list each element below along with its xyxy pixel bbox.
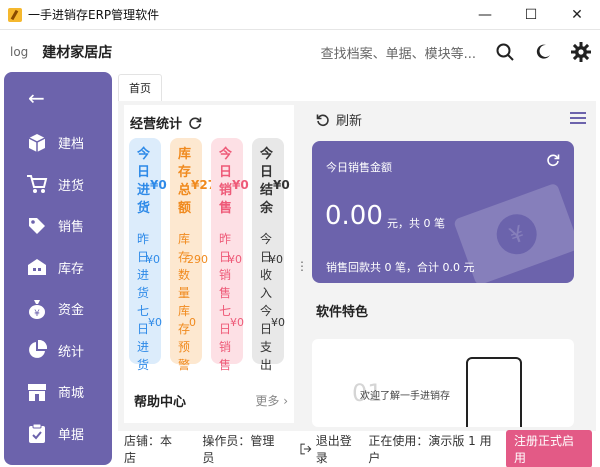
refresh-icon [316, 113, 330, 127]
stat-card-sub-value: 0 [189, 316, 196, 329]
stats-cards: 今日进货 ¥0 昨日进货七日进货 ¥0 ¥0 库存总额 ¥275 库存数量库存预… [129, 138, 293, 372]
clipboard-icon [26, 422, 48, 444]
title-bar: 一手进销存ERP管理软件 — ☐ ✕ [0, 0, 600, 30]
gear-icon[interactable] [571, 42, 591, 62]
status-using: 正在使用：演示版 1 用户 [368, 434, 492, 465]
sales-sub: 销售回款共 0 笔，合计 0.0 元 [326, 261, 475, 274]
tag-icon [26, 215, 48, 237]
store-name: 建材家居店 [42, 45, 113, 61]
stat-card-sub-value: ¥0 [148, 316, 162, 329]
svg-text:¥: ¥ [34, 309, 40, 319]
hamburger-menu-icon[interactable] [570, 111, 586, 128]
search-input[interactable]: 查找档案、单据、模块等... [321, 43, 476, 62]
status-operator: 操作员：管理员 [202, 434, 275, 465]
splitter-handle[interactable]: ⋮ [296, 259, 308, 273]
sidebar-item-label: 商城 [58, 386, 85, 402]
stats-title-text: 经营统计 [130, 117, 183, 132]
cube-icon [26, 132, 48, 154]
sidebar-item-label: 单据 [58, 427, 85, 443]
stats-panel: 经营统计 今日进货 ¥0 昨日进货七日进货 ¥0 ¥0 库存总额 ¥275 库存… [124, 105, 294, 423]
sidebar-item-documents[interactable]: 单据 [4, 413, 112, 455]
stat-card-sub: 今日收入今日支出 [260, 232, 273, 372]
sidebar-item-purchase[interactable]: 进货 [4, 164, 112, 206]
stat-card-value: ¥0 [273, 178, 290, 192]
sidebar-item-mall[interactable]: 商城 [4, 371, 112, 413]
stat-card-value: ¥0 [232, 178, 249, 192]
refresh-icon[interactable] [188, 116, 202, 130]
sidebar-item-funds[interactable]: ¥ 资金 [4, 288, 112, 330]
sidebar-item-archive[interactable]: 建档 [4, 122, 112, 164]
sales-unit: 元，共 0 笔 [387, 217, 445, 230]
sidebar: ← 建档 进货 销售 库存 ¥ 资金 统计 商城 单据 [4, 72, 112, 465]
stat-card-sub-value: ¥0 [271, 316, 285, 329]
tab-bar: 首页 [118, 74, 162, 102]
sales-label: 今日销售金额 [326, 161, 392, 174]
stat-card-sub-value: ¥0 [146, 253, 160, 266]
sidebar-item-inventory[interactable]: 库存 [4, 247, 112, 289]
minimize-button[interactable]: — [462, 0, 508, 30]
moon-icon[interactable] [533, 42, 553, 62]
feature-text: 欢迎了解一手进销存 [360, 391, 450, 402]
logout-button[interactable]: 退出登录 [300, 432, 362, 466]
window-controls: — ☐ ✕ [462, 0, 600, 30]
stat-card-inventory[interactable]: 库存总额 ¥275 库存数量库存预警 290 0 [170, 138, 224, 372]
shop-icon [26, 381, 48, 403]
phone-illustration [466, 357, 522, 427]
stat-card-sub-value: 290 [187, 253, 208, 266]
status-bar: 店铺：本店 操作员：管理员 退出登录 正在使用：演示版 1 用户 注册正式启用 [118, 430, 600, 467]
back-arrow-icon[interactable]: ← [28, 88, 112, 112]
register-button[interactable]: 注册正式启用 [505, 430, 592, 467]
logo: log [10, 45, 29, 59]
header: log 建材家居店 查找档案、单据、模块等... [0, 30, 600, 74]
today-sales-card: ¥ 今日销售金额 0.00 元，共 0 笔 销售回款共 0 笔，合计 0.0 元 [312, 141, 574, 283]
refresh-icon[interactable] [546, 153, 560, 170]
main-content: 经营统计 今日进货 ¥0 昨日进货七日进货 ¥0 ¥0 库存总额 ¥275 库存… [118, 101, 596, 431]
stat-card-sub-value: ¥0 [230, 316, 244, 329]
money-bag-icon: ¥ [26, 298, 48, 320]
stat-card-sub-value: ¥0 [228, 253, 242, 266]
stat-card-sub: 昨日进货七日进货 [137, 232, 150, 372]
help-center-title: 帮助中心 [134, 395, 187, 410]
tab-home[interactable]: 首页 [118, 74, 162, 102]
search-icon[interactable] [495, 42, 515, 62]
feature-banner[interactable]: 01 欢迎了解一手进销存 [312, 339, 574, 427]
pie-chart-icon [26, 339, 48, 361]
stat-card-purchase[interactable]: 今日进货 ¥0 昨日进货七日进货 ¥0 ¥0 [129, 138, 167, 372]
stat-card-sub: 库存数量库存预警 [178, 232, 191, 372]
sidebar-item-label: 统计 [58, 344, 85, 360]
logout-icon [300, 443, 312, 455]
stat-card-sub-value: ¥0 [269, 253, 283, 266]
close-button[interactable]: ✕ [554, 0, 600, 30]
sidebar-item-label: 资金 [58, 303, 85, 319]
sidebar-item-sales[interactable]: 销售 [4, 205, 112, 247]
cart-icon [26, 173, 48, 195]
refresh-button[interactable]: 刷新 [316, 110, 362, 129]
maximize-button[interactable]: ☐ [508, 0, 554, 30]
sidebar-item-label: 销售 [58, 220, 85, 236]
status-shop: 店铺：本店 [124, 434, 173, 465]
warehouse-icon [26, 256, 48, 278]
sidebar-item-label: 建档 [58, 137, 85, 153]
stats-title: 经营统计 [130, 113, 202, 132]
sidebar-item-label: 库存 [58, 261, 85, 277]
sales-amount: 0.00 [325, 201, 383, 231]
stat-card-sales[interactable]: 今日销售 ¥0 昨日销售七日销售 ¥0 ¥0 [211, 138, 249, 372]
logout-label: 退出登录 [315, 434, 352, 465]
refresh-label: 刷新 [336, 114, 363, 129]
sidebar-item-statistics[interactable]: 统计 [4, 330, 112, 372]
sales-panel: 刷新 ¥ 今日销售金额 0.00 元，共 0 笔 销售回款共 0 笔，合计 0.… [308, 105, 592, 427]
stat-card-value: ¥0 [150, 178, 167, 192]
sidebar-item-label: 进货 [58, 178, 85, 194]
app-icon [8, 7, 22, 22]
stat-card-sub: 昨日销售七日销售 [219, 232, 232, 372]
stat-card-balance[interactable]: 今日结余 ¥0 今日收入今日支出 ¥0 ¥0 [252, 138, 290, 372]
more-link[interactable]: 更多 › [255, 392, 288, 409]
feature-title: 软件特色 [316, 305, 369, 320]
window-title: 一手进销存ERP管理软件 [28, 8, 160, 22]
